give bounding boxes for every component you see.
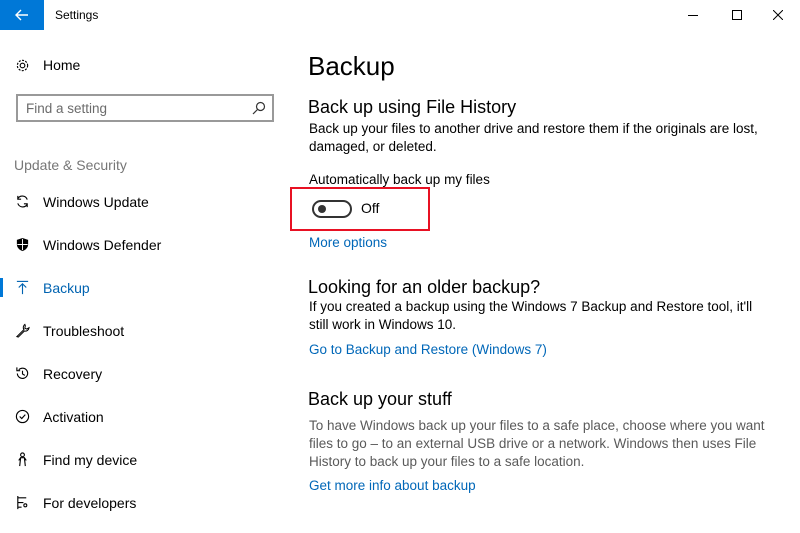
more-options-link[interactable]: More options — [309, 235, 387, 250]
toggle-knob[interactable] — [318, 205, 326, 213]
sidebar-item-windows-defender[interactable]: Windows Defender — [0, 223, 285, 266]
toggle-state-label: Off — [361, 200, 380, 216]
older-backup-description: If you created a backup using the Window… — [309, 299, 753, 332]
auto-backup-label: Automatically back up my files — [309, 172, 490, 187]
sidebar-nav: Windows Update Windows Defender Backup T… — [0, 180, 285, 524]
person-icon — [14, 452, 30, 468]
section-label: Update & Security — [14, 157, 127, 173]
minimize-button[interactable] — [675, 0, 711, 30]
page-title: Backup — [308, 51, 395, 81]
search-input[interactable] — [26, 98, 246, 118]
back-up-stuff-heading: Back up your stuff — [308, 389, 452, 409]
window-title: Settings — [55, 8, 99, 22]
close-icon — [773, 10, 783, 20]
sidebar-item-backup[interactable]: Backup — [0, 266, 285, 309]
sidebar-item-label: For developers — [43, 494, 137, 511]
sidebar-item-label: Recovery — [43, 365, 103, 382]
sidebar-item-label: Windows Defender — [43, 236, 162, 253]
close-button[interactable] — [760, 0, 796, 30]
back-button[interactable] — [0, 0, 44, 30]
sidebar-item-find-my-device[interactable]: Find my device — [0, 438, 285, 481]
maximize-icon — [732, 10, 742, 20]
older-backup-heading: Looking for an older backup? — [308, 277, 541, 297]
sidebar-item-label: Windows Update — [43, 193, 149, 210]
active-indicator — [0, 278, 3, 297]
sidebar-item-label: Troubleshoot — [43, 322, 125, 339]
sidebar-item-windows-update[interactable]: Windows Update — [0, 180, 285, 223]
maximize-button[interactable] — [719, 0, 755, 30]
sidebar: Home Update & Security Windows Update — [0, 30, 285, 533]
title-bar: Settings — [0, 0, 800, 30]
backup-arrow-icon — [14, 280, 30, 296]
sync-icon — [14, 194, 30, 210]
more-info-backup-link[interactable]: Get more info about backup — [309, 478, 476, 493]
file-history-heading: Back up using File History — [308, 97, 517, 117]
auto-backup-toggle[interactable] — [312, 200, 352, 218]
shield-icon — [14, 237, 30, 253]
sidebar-item-label: Home — [43, 57, 81, 73]
history-icon — [14, 366, 30, 382]
highlight-box: Off — [290, 187, 430, 231]
gear-icon — [14, 57, 30, 73]
wrench-icon — [14, 323, 30, 339]
minimize-icon — [688, 15, 698, 16]
check-circle-icon — [14, 409, 30, 425]
sidebar-item-troubleshoot[interactable]: Troubleshoot — [0, 309, 285, 352]
sidebar-item-home[interactable]: Home — [0, 50, 285, 80]
sidebar-item-for-developers[interactable]: For developers — [0, 481, 285, 524]
backup-restore-win7-link[interactable]: Go to Backup and Restore (Windows 7) — [309, 342, 547, 357]
search-icon[interactable] — [252, 101, 266, 115]
sidebar-item-label: Backup — [43, 279, 90, 296]
sidebar-item-label: Find my device — [43, 451, 138, 468]
back-arrow-icon — [15, 9, 28, 21]
back-up-stuff-description: To have Windows back up your files to a … — [309, 418, 765, 469]
file-history-description: Back up your files to another drive and … — [309, 121, 758, 154]
search-box[interactable] — [16, 94, 274, 122]
developer-icon — [14, 495, 30, 511]
sidebar-item-label: Activation — [43, 408, 104, 425]
sidebar-item-recovery[interactable]: Recovery — [0, 352, 285, 395]
sidebar-item-activation[interactable]: Activation — [0, 395, 285, 438]
